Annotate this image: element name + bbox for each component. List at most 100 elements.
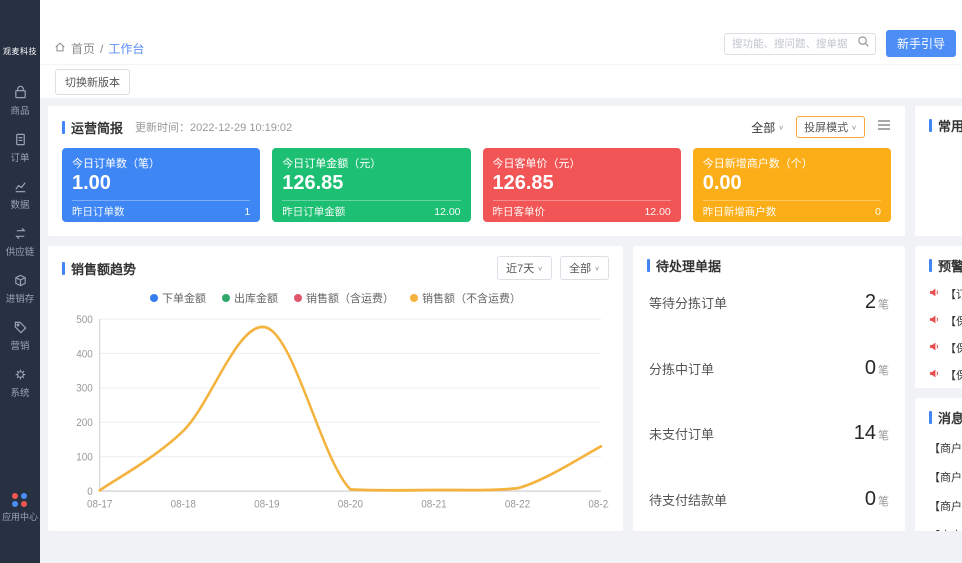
warnings-title: 预警信息 xyxy=(929,256,962,275)
stat-title: 今日订单数（笔） xyxy=(72,155,250,171)
search-input[interactable] xyxy=(727,38,857,50)
trend-scope-select[interactable]: 全部∨ xyxy=(560,256,609,280)
sidebar-item-orders[interactable]: 订单 xyxy=(0,132,40,164)
warning-item[interactable]: 【保质期 xyxy=(929,367,962,383)
stat-cards: 今日订单数（笔） 1.00 昨日订单数 1 今日订单金额（元） 126.85 昨日… xyxy=(62,148,891,222)
stat-title: 今日客单价（元） xyxy=(493,155,671,171)
newbie-guide-button[interactable]: 新手引导 xyxy=(886,30,956,57)
more-menu-icon[interactable] xyxy=(877,118,891,136)
gear-icon xyxy=(13,367,28,382)
alert-horn-icon xyxy=(929,287,940,301)
cast-mode-select[interactable]: 投屏模式∨ xyxy=(796,116,865,138)
product-icon xyxy=(13,85,28,100)
stat-value: 126.85 xyxy=(282,172,460,195)
svg-text:400: 400 xyxy=(76,348,93,361)
stat-card-today-orders: 今日订单数（笔） 1.00 昨日订单数 1 xyxy=(62,148,260,222)
pending-documents-panel: 待处理单据 等待分拣订单 2笔 分拣中订单 0笔 未支付订单 xyxy=(633,246,905,531)
notification-item[interactable]: 【商户注册 xyxy=(929,469,962,485)
update-time: 更新时间：2022-12-29 10:19:02 xyxy=(135,119,292,135)
switch-version-button[interactable]: 切换新版本 xyxy=(55,69,130,95)
legend-item-sales-with-shipping[interactable]: 销售额（含运费） xyxy=(294,290,394,306)
content-right: 常用功能 预警信息 【订单】 【保质期 【保质期 【保质期 消息通知 【商户注册… xyxy=(915,106,962,555)
sidebar-item-system[interactable]: 系统 xyxy=(0,367,40,399)
notification-item[interactable]: 【商户注册 xyxy=(929,440,962,456)
stat-sub-value: 1 xyxy=(244,206,250,218)
line-chart[interactable]: 010020030040050008-1708-1808-1908-2008-2… xyxy=(62,308,609,521)
stat-value: 126.85 xyxy=(493,172,671,195)
stat-value: 1.00 xyxy=(72,172,250,195)
pending-count: 2 xyxy=(865,291,876,313)
stat-sub-label: 昨日客单价 xyxy=(493,204,546,219)
sidebar-item-label: 系统 xyxy=(10,385,29,399)
stat-sub-value: 12.00 xyxy=(644,206,670,218)
caret-down-icon: ∨ xyxy=(594,264,600,271)
notifications-title: 消息通知 xyxy=(929,408,962,427)
app-center-icon xyxy=(12,493,28,507)
breadcrumb-home[interactable]: 首页 xyxy=(71,40,95,57)
stat-sub-label: 昨日新增商户数 xyxy=(703,204,777,219)
briefing-header: 运营简报 更新时间：2022-12-29 10:19:02 全部∨ 投屏模式∨ xyxy=(62,116,891,138)
sidebar-item-supply-chain[interactable]: 供应链 xyxy=(0,226,40,258)
stat-card-new-merchants: 今日新增商户数（个） 0.00 昨日新增商户数0 xyxy=(693,148,891,222)
caret-down-icon: ∨ xyxy=(851,123,857,130)
warning-item[interactable]: 【订单】 xyxy=(929,286,962,302)
notification-item[interactable]: 【商户注册 xyxy=(929,498,962,514)
warning-item[interactable]: 【保质期 xyxy=(929,340,962,356)
pending-row-settlement[interactable]: 待支付结款单 0笔 xyxy=(649,488,889,511)
svg-text:08-21: 08-21 xyxy=(421,498,447,511)
trend-header: 销售额趋势 近7天∨ 全部∨ xyxy=(62,256,609,280)
sidebar-item-products[interactable]: 商品 xyxy=(0,85,40,117)
stat-title: 今日订单金额（元） xyxy=(282,155,460,171)
svg-text:08-19: 08-19 xyxy=(254,498,280,511)
svg-text:08-22: 08-22 xyxy=(505,498,531,511)
sidebar-item-inventory[interactable]: 进销存 xyxy=(0,273,40,305)
sidebar: 观麦科技 商品 订单 数据 供应链 进销存 xyxy=(0,0,40,563)
sidebar-item-data[interactable]: 数据 xyxy=(0,179,40,211)
alert-horn-icon xyxy=(929,368,940,382)
chart-icon xyxy=(13,179,28,194)
svg-text:100: 100 xyxy=(76,451,93,464)
sales-trend-panel: 销售额趋势 近7天∨ 全部∨ 下单金额 出库金额 销售额（含运费） 销售额（不含… xyxy=(48,246,623,531)
sidebar-item-label: 进销存 xyxy=(6,291,35,305)
dashboard-page: 观麦科技 商品 订单 数据 供应链 进销存 xyxy=(0,0,962,563)
date-range-select[interactable]: 近7天∨ xyxy=(497,256,552,280)
sidebar-item-app-center[interactable]: 应用中心 xyxy=(2,493,38,523)
global-search[interactable] xyxy=(724,33,876,55)
pending-count: 14 xyxy=(854,422,876,444)
main-area: 首页 / 工作台 新手引导 切换新版本 运营简报 xyxy=(40,0,962,563)
operations-briefing-panel: 运营简报 更新时间：2022-12-29 10:19:02 全部∨ 投屏模式∨ … xyxy=(48,106,905,236)
stat-sub-label: 昨日订单金额 xyxy=(282,204,345,219)
svg-text:08-18: 08-18 xyxy=(171,498,197,511)
legend-item-sales-no-shipping[interactable]: 销售额（不含运费） xyxy=(410,290,521,306)
sidebar-item-label: 订单 xyxy=(10,150,29,164)
trend-filters: 近7天∨ 全部∨ xyxy=(497,256,609,280)
pending-list: 等待分拣订单 2笔 分拣中订单 0笔 未支付订单 14笔 xyxy=(647,275,891,521)
legend-item-order-amount[interactable]: 下单金额 xyxy=(150,290,206,306)
warning-item[interactable]: 【保质期 xyxy=(929,313,962,329)
pending-count: 0 xyxy=(865,357,876,379)
legend-item-outbound-amount[interactable]: 出库金额 xyxy=(222,290,278,306)
caret-down-icon: ∨ xyxy=(778,123,784,130)
search-icon[interactable] xyxy=(857,35,870,53)
alert-horn-icon xyxy=(929,314,940,328)
pending-row-unpaid[interactable]: 未支付订单 14笔 xyxy=(649,422,889,445)
chart-legend: 下单金额 出库金额 销售额（含运费） 销售额（不含运费） xyxy=(62,290,609,306)
app-logo: 观麦科技 xyxy=(3,46,37,57)
common-functions-title: 常用功能 xyxy=(929,116,962,135)
pending-row-sorting[interactable]: 分拣中订单 0笔 xyxy=(649,357,889,380)
svg-text:0: 0 xyxy=(87,485,93,498)
content: 运营简报 更新时间：2022-12-29 10:19:02 全部∨ 投屏模式∨ … xyxy=(40,98,962,563)
svg-text:08-23: 08-23 xyxy=(588,498,609,511)
tag-icon xyxy=(13,320,28,335)
svg-text:08-20: 08-20 xyxy=(338,498,364,511)
svg-text:200: 200 xyxy=(76,417,93,430)
scope-filter-select[interactable]: 全部∨ xyxy=(751,119,784,136)
breadcrumb: 首页 / 工作台 xyxy=(54,40,144,57)
sidebar-item-marketing[interactable]: 营销 xyxy=(0,320,40,352)
pending-row-waiting-sorting[interactable]: 等待分拣订单 2笔 xyxy=(649,291,889,314)
stat-sub-label: 昨日订单数 xyxy=(72,204,125,219)
stat-card-today-amount: 今日订单金额（元） 126.85 昨日订单金额12.00 xyxy=(272,148,470,222)
briefing-controls: 全部∨ 投屏模式∨ xyxy=(751,116,891,138)
breadcrumb-current[interactable]: 工作台 xyxy=(108,40,144,57)
notification-item[interactable]: 【商户注册 xyxy=(929,527,962,531)
